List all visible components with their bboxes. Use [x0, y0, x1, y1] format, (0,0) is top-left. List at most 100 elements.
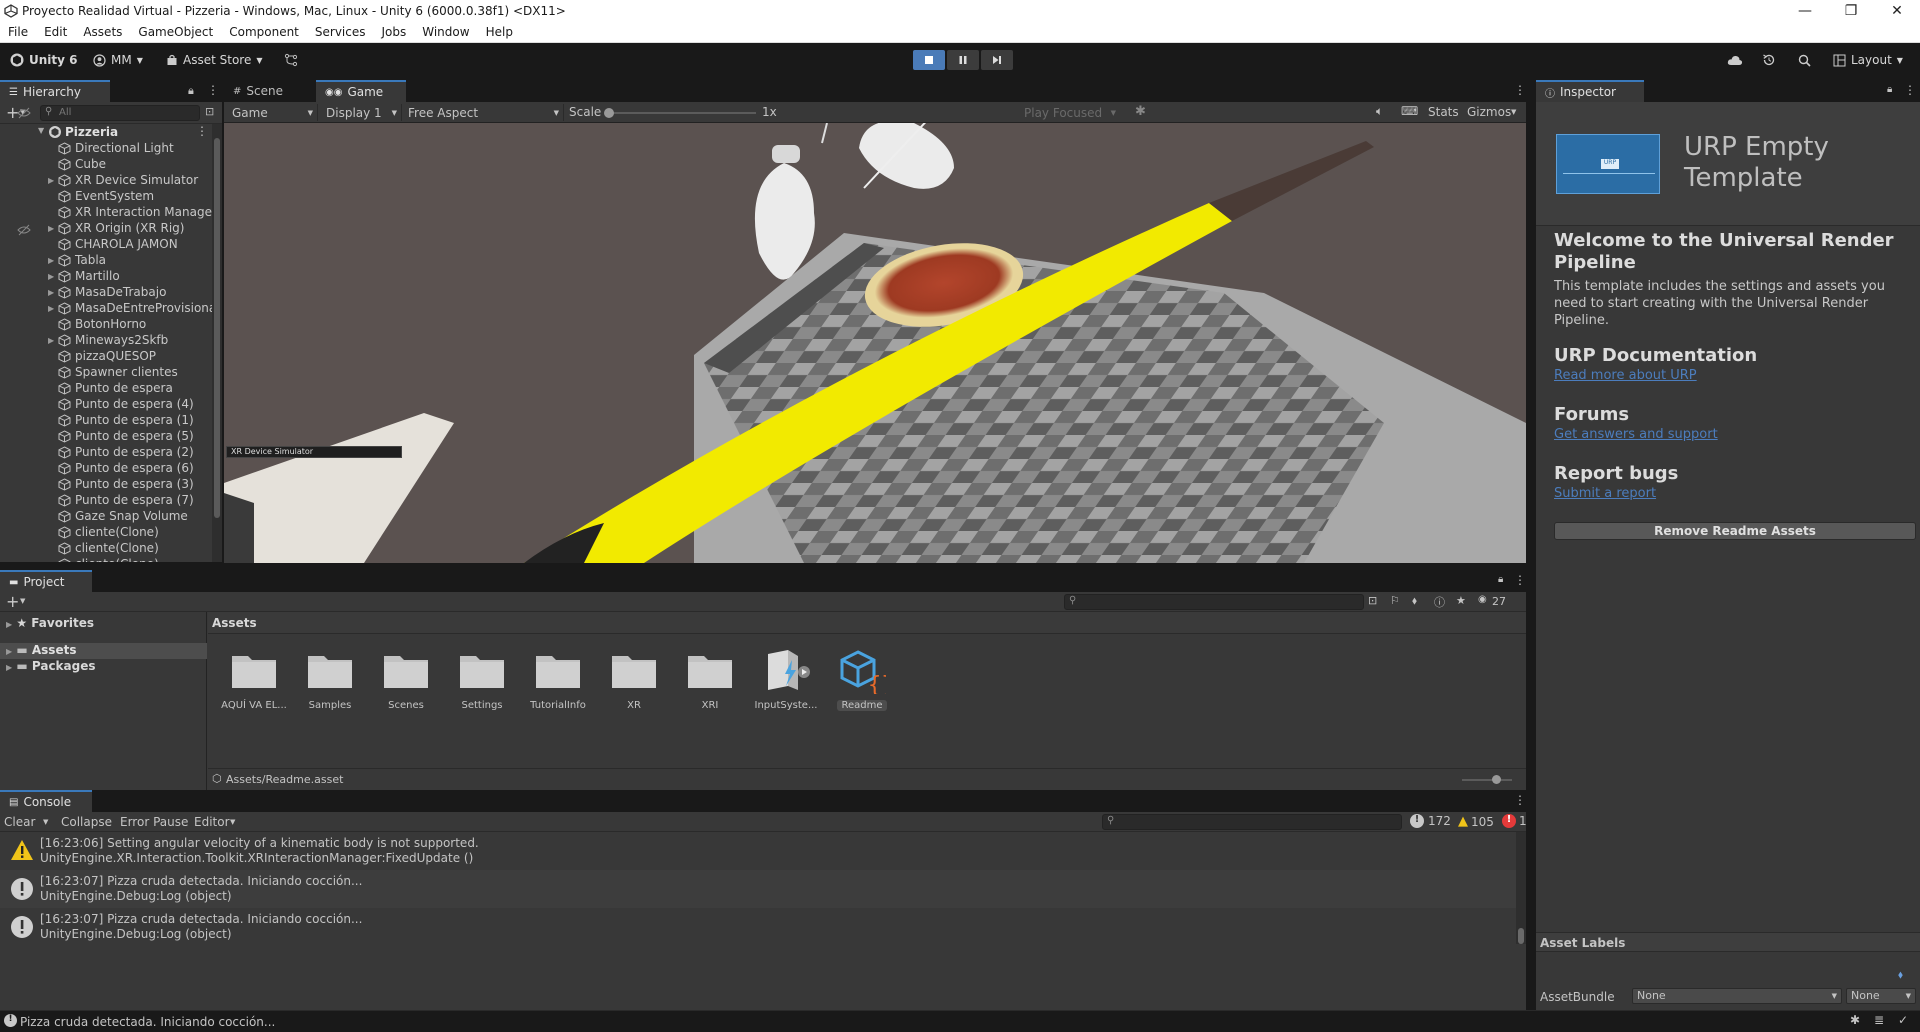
eye-icon[interactable]: ◉	[1478, 594, 1487, 605]
hierarchy-item[interactable]: Spawner clientes	[48, 364, 178, 380]
maximize-button[interactable]: ❐	[1828, 0, 1874, 22]
xr-simulator-overlay[interactable]: XR Device Simulator	[226, 446, 402, 458]
bugs-link[interactable]: Submit a report	[1554, 486, 1656, 501]
breadcrumb-assets[interactable]: Assets	[212, 616, 257, 630]
tree-item-packages[interactable]: ▶ ▬ Packages	[0, 659, 207, 675]
close-window-button[interactable]: ✕	[1874, 0, 1920, 22]
hierarchy-search-input[interactable]: ⚲ All	[40, 105, 200, 121]
hierarchy-item[interactable]: Punto de espera (6)	[48, 460, 194, 476]
kebab-menu-icon[interactable]: ⋮	[1514, 83, 1526, 97]
lock-icon[interactable]: 🔒︎	[1887, 84, 1892, 95]
icon-size-slider[interactable]	[1462, 775, 1512, 784]
collapse-toggle[interactable]: Collapse	[61, 815, 112, 829]
hierarchy-item[interactable]: Gaze Snap Volume	[48, 508, 188, 524]
hierarchy-item[interactable]: ▶ Mineways2Skfb	[48, 332, 168, 348]
hierarchy-item[interactable]: cliente(Clone)	[48, 556, 159, 562]
hierarchy-item[interactable]: BotonHorno	[48, 316, 146, 332]
chevron-right-icon[interactable]: ▶	[48, 272, 58, 281]
warning-count-toggle[interactable]: ▲ 105	[1458, 814, 1494, 829]
menu-assets[interactable]: Assets	[75, 25, 130, 39]
hierarchy-item[interactable]: CHAROLA JAMON	[48, 236, 178, 252]
editor-dropdown[interactable]: Editor	[194, 815, 230, 829]
filter-icon[interactable]: ⚐	[1390, 594, 1400, 607]
tag-icon[interactable]: ⬧	[1898, 968, 1903, 982]
display-dropdown[interactable]: Display 1 ▼	[322, 104, 402, 121]
game-viewport[interactable]: XR Device Simulator	[224, 123, 1526, 563]
menu-edit[interactable]: Edit	[36, 25, 75, 39]
console-log-row[interactable]: [16:23:06] Setting angular velocity of a…	[0, 832, 1520, 870]
hierarchy-item[interactable]: Punto de espera (5)	[48, 428, 194, 444]
scale-slider-handle[interactable]	[604, 108, 614, 118]
kebab-menu-icon[interactable]: ⋮	[1514, 573, 1526, 587]
hierarchy-item[interactable]: EventSystem	[48, 188, 154, 204]
keyboard-icon[interactable]: ⌨	[1401, 104, 1418, 118]
play-focused-dropdown[interactable]: Play Focused ▼	[1020, 104, 1120, 121]
undo-history-button[interactable]	[1762, 51, 1776, 69]
asset-item[interactable]: TutorialInfo	[523, 650, 593, 711]
asset-item[interactable]: Samples	[295, 650, 365, 711]
hierarchy-item[interactable]: Punto de espera (2)	[48, 444, 194, 460]
kebab-menu-icon[interactable]: ⋮	[207, 83, 219, 97]
pause-button[interactable]	[947, 50, 979, 70]
version-control-button[interactable]	[284, 51, 298, 69]
menu-gameobject[interactable]: GameObject	[130, 25, 221, 39]
cloud-button[interactable]	[1727, 51, 1743, 69]
assetbundle-variant-dropdown[interactable]: None ▼	[1846, 988, 1916, 1004]
hierarchy-item[interactable]: Punto de espera (7)	[48, 492, 194, 508]
forums-link[interactable]: Get answers and support	[1554, 427, 1718, 442]
menu-window[interactable]: Window	[414, 25, 477, 39]
hierarchy-item[interactable]: cliente(Clone)	[48, 540, 159, 556]
console-log-row[interactable]: [16:23:07] Pizza cruda detectada. Inicia…	[0, 870, 1520, 908]
hierarchy-item[interactable]: XR Interaction Manager	[48, 204, 212, 220]
hierarchy-item[interactable]: ▶ XR Origin (XR Rig)	[48, 220, 184, 236]
chevron-down-icon[interactable]: ▼	[38, 126, 44, 135]
chevron-right-icon[interactable]: ▶	[48, 176, 58, 185]
info-icon[interactable]: ⓘ	[1434, 594, 1445, 610]
status-message[interactable]: Pizza cruda detectada. Iniciando cocción…	[20, 1015, 275, 1029]
hierarchy-item[interactable]: ▶ MasaDeTrabajo	[48, 284, 166, 300]
hierarchy-item[interactable]: ▶ MasaDeEntreProvisional	[48, 300, 212, 316]
add-button[interactable]: +	[6, 592, 19, 611]
chevron-right-icon[interactable]: ▶	[48, 304, 58, 313]
asset-item[interactable]: Scenes	[371, 650, 441, 711]
search-options-icon[interactable]: ⊡	[205, 105, 214, 118]
chevron-down-icon[interactable]: ▼	[43, 818, 48, 826]
scene-root-row[interactable]: ▼ Pizzeria ⋮	[0, 124, 222, 140]
tree-item-assets[interactable]: ▶ ▬ Assets	[0, 643, 207, 659]
hierarchy-item[interactable]: Punto de espera (1)	[48, 412, 194, 428]
kebab-menu-icon[interactable]: ⋮	[196, 124, 208, 138]
bug-icon[interactable]: ✱	[1850, 1013, 1860, 1027]
cache-server-icon[interactable]: ≣	[1874, 1013, 1884, 1027]
info-count-toggle[interactable]: ! 172	[1410, 814, 1451, 828]
hierarchy-scrollbar[interactable]	[212, 124, 222, 562]
hierarchy-item[interactable]: ▶ Tabla	[48, 252, 106, 268]
play-button[interactable]	[913, 50, 945, 70]
chevron-down-icon[interactable]: ▼	[20, 597, 25, 605]
scrollbar-thumb[interactable]	[214, 138, 220, 518]
hierarchy-item[interactable]: ▶ XR Device Simulator	[48, 172, 198, 188]
tab-scene[interactable]: # Scene	[224, 80, 314, 102]
icon-size-slider-handle[interactable]	[1492, 775, 1501, 784]
clear-button[interactable]: Clear	[4, 815, 35, 829]
asset-item[interactable]: InputSyste...	[751, 650, 821, 711]
asset-item[interactable]: {} Readme	[827, 650, 897, 711]
aspect-dropdown[interactable]: Free Aspect ▼	[404, 104, 564, 121]
asset-item[interactable]: Settings	[447, 650, 517, 711]
chevron-right-icon[interactable]: ▶	[48, 224, 58, 233]
check-icon[interactable]: ✓	[1898, 1013, 1908, 1027]
stats-button[interactable]: Stats	[1428, 105, 1459, 119]
speaker-icon[interactable]: 🔈︎	[1376, 104, 1383, 119]
hierarchy-item[interactable]: Punto de espera	[48, 380, 173, 396]
search-button[interactable]	[1798, 51, 1811, 69]
error-count-toggle[interactable]: ! 1	[1502, 814, 1527, 828]
game-view-dropdown[interactable]: Game ▼	[228, 104, 318, 121]
menu-services[interactable]: Services	[307, 25, 374, 39]
kebab-menu-icon[interactable]: ⋮	[1514, 793, 1526, 807]
menu-help[interactable]: Help	[478, 25, 521, 39]
tab-inspector[interactable]: ⓘ Inspector	[1536, 80, 1644, 102]
chevron-right-icon[interactable]: ▶	[48, 336, 58, 345]
lock-icon[interactable]: 🔒︎	[1498, 574, 1503, 585]
hierarchy-item[interactable]: Cube	[48, 156, 106, 172]
chevron-down-icon[interactable]: ▼	[230, 818, 235, 826]
account-dropdown[interactable]: MM ▼	[93, 51, 143, 69]
